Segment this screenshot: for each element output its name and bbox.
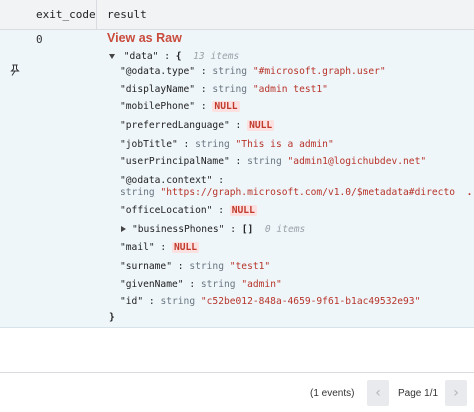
json-field: "mobilePhone" : NULL bbox=[120, 101, 240, 112]
json-field: "userPrincipalName" : string "admin1@log… bbox=[120, 156, 427, 167]
json-value: "test1" bbox=[229, 261, 271, 272]
json-type: string bbox=[212, 66, 248, 77]
column-divider[interactable] bbox=[96, 0, 97, 30]
json-null-badge: NULL bbox=[247, 120, 275, 131]
json-key: "businessPhones" bbox=[132, 224, 225, 235]
json-value: "#microsoft.graph.user" bbox=[252, 66, 386, 77]
event-count: (1 events) bbox=[310, 388, 355, 399]
json-item-count: 13 items bbox=[193, 51, 240, 62]
prev-page-button[interactable]: ‹ bbox=[367, 380, 389, 406]
json-value: "admin test1" bbox=[252, 84, 328, 95]
json-type: string bbox=[160, 296, 196, 307]
json-type: string bbox=[200, 279, 236, 290]
page-indicator: Page 1/1 bbox=[398, 388, 439, 399]
json-value: "This is a admin" bbox=[235, 139, 334, 150]
json-type: string bbox=[120, 187, 155, 198]
column-header-result[interactable]: result bbox=[107, 8, 147, 21]
view-as-raw-link[interactable]: View as Raw bbox=[107, 31, 182, 45]
json-key: "@odata.context" bbox=[120, 175, 213, 186]
json-field: "officeLocation" : NULL bbox=[120, 205, 257, 216]
chevron-left-icon: ‹ bbox=[375, 385, 381, 401]
json-key: "data" bbox=[123, 51, 159, 62]
json-key: "surname" bbox=[120, 261, 172, 272]
json-key: "mobilePhone" bbox=[120, 101, 196, 112]
json-root-line: "data" : { 13 items bbox=[109, 51, 239, 63]
json-field: "givenName" : string "admin" bbox=[120, 279, 282, 290]
json-field: "mail" : NULL bbox=[120, 242, 200, 253]
collapse-triangle-icon[interactable] bbox=[109, 53, 115, 59]
json-field: "surname" : string "test1" bbox=[120, 261, 271, 272]
table-header: exit_code result bbox=[0, 0, 474, 30]
json-type: string bbox=[195, 139, 230, 150]
json-key: "jobTitle" bbox=[120, 139, 178, 150]
json-type: string bbox=[212, 84, 248, 95]
column-header-exit-code[interactable]: exit_code bbox=[36, 8, 96, 21]
json-root-close: } bbox=[109, 312, 115, 324]
json-key: "preferredLanguage" bbox=[120, 120, 230, 131]
expand-triangle-icon[interactable] bbox=[121, 226, 126, 232]
json-key: "id" bbox=[120, 296, 144, 307]
json-null-badge: NULL bbox=[229, 205, 257, 216]
json-field: "jobTitle" : string "This is a admin" bbox=[120, 139, 334, 150]
json-expand-ellipsis[interactable]: ..." bbox=[467, 187, 474, 198]
json-field: "businessPhones" : [] 0 items bbox=[121, 224, 305, 236]
next-page-button[interactable]: › bbox=[445, 380, 467, 406]
json-null-badge: NULL bbox=[212, 101, 240, 112]
exit-code-value: 0 bbox=[36, 33, 43, 46]
json-key: "displayName" bbox=[120, 84, 196, 95]
footer-divider bbox=[0, 372, 474, 373]
json-field: "displayName" : string "admin test1" bbox=[120, 84, 328, 95]
json-colon: : bbox=[164, 51, 170, 62]
json-type: string bbox=[189, 261, 224, 272]
json-field: "@odata.type" : string "#microsoft.graph… bbox=[120, 66, 386, 77]
json-value: "admin" bbox=[241, 279, 282, 290]
json-close-brace: } bbox=[109, 312, 115, 323]
json-item-count: 0 items bbox=[264, 224, 306, 235]
json-key: "@odata.type" bbox=[120, 66, 196, 77]
json-type: string bbox=[247, 156, 282, 167]
json-value: "c52be012-848a-4659-9f61-b1ac49532e93" bbox=[200, 296, 421, 307]
json-field-continuation: string "https://graph.microsoft.com/v1.0… bbox=[120, 187, 474, 199]
json-field: "preferredLanguage" : NULL bbox=[120, 120, 275, 131]
json-open-brace: { bbox=[175, 51, 182, 62]
results-table: exit_code result 0 View as Raw "data" : … bbox=[0, 0, 474, 412]
json-value: "https://graph.microsoft.com/v1.0/$metad… bbox=[160, 187, 456, 198]
json-field: "@odata.context" : bbox=[120, 175, 224, 186]
json-key: "mail" bbox=[120, 242, 155, 253]
chevron-right-icon: › bbox=[453, 385, 459, 401]
json-key: "userPrincipalName" bbox=[120, 156, 230, 167]
json-key: "givenName" bbox=[120, 279, 184, 290]
json-value: "admin1@logichubdev.net" bbox=[287, 156, 427, 167]
json-field: "id" : string "c52be012-848a-4659-9f61-b… bbox=[120, 296, 421, 307]
json-key: "officeLocation" bbox=[120, 205, 213, 216]
pin-icon[interactable] bbox=[9, 64, 21, 76]
json-null-badge: NULL bbox=[171, 242, 200, 253]
json-array-brackets: [] bbox=[241, 224, 254, 235]
